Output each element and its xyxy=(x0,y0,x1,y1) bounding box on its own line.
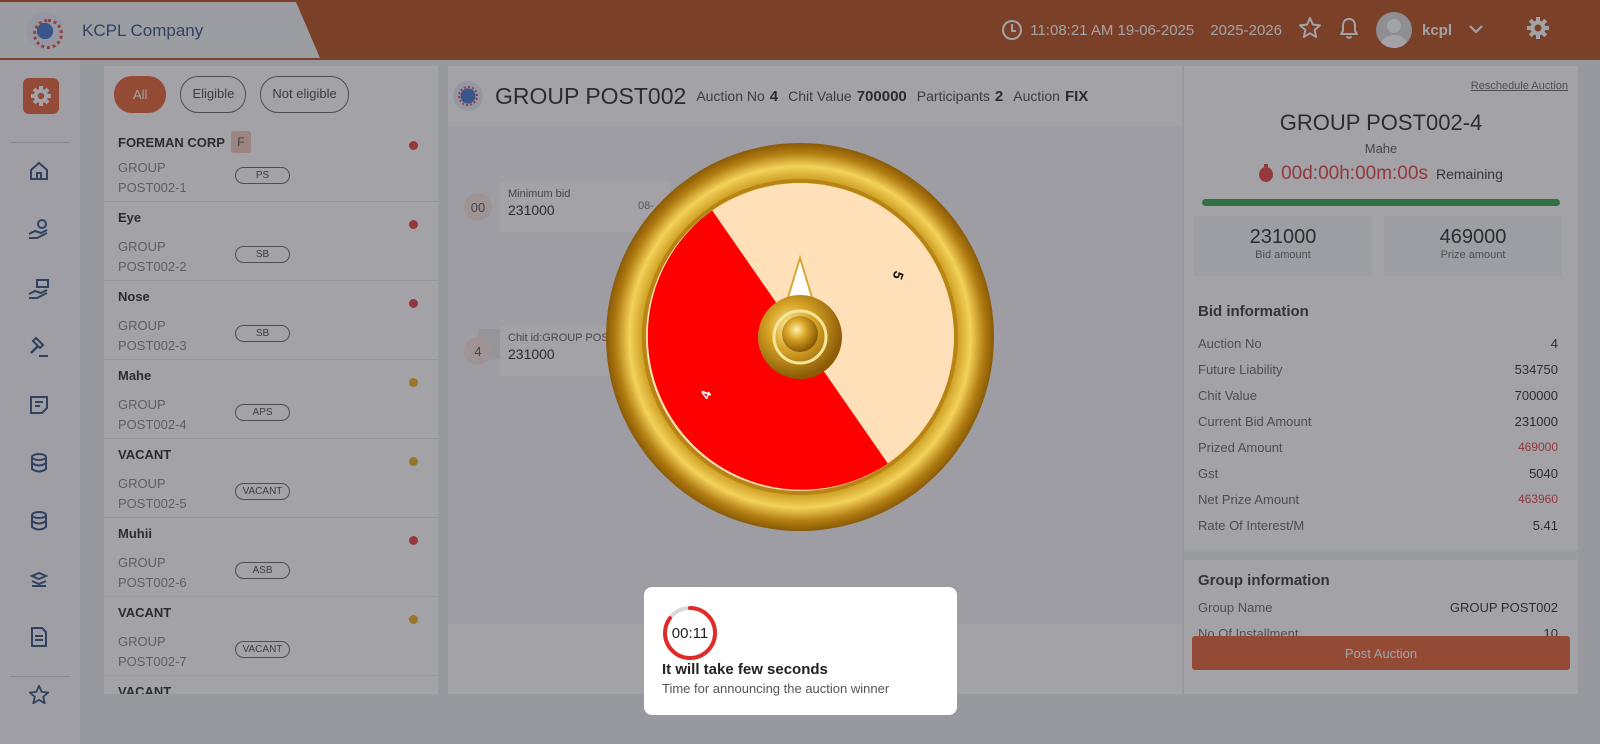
countdown-ring: 00:11 xyxy=(662,605,718,661)
announcement-subtitle: Time for announcing the auction winner xyxy=(662,681,890,696)
winner-announcement-dialog: 00:11 It will take few seconds Time for … xyxy=(644,587,957,715)
wheel-hub-knob xyxy=(782,316,818,352)
countdown-value: 00:11 xyxy=(671,624,709,642)
announcement-title: It will take few seconds xyxy=(662,661,828,678)
spin-wheel: 5 4 xyxy=(606,143,994,531)
